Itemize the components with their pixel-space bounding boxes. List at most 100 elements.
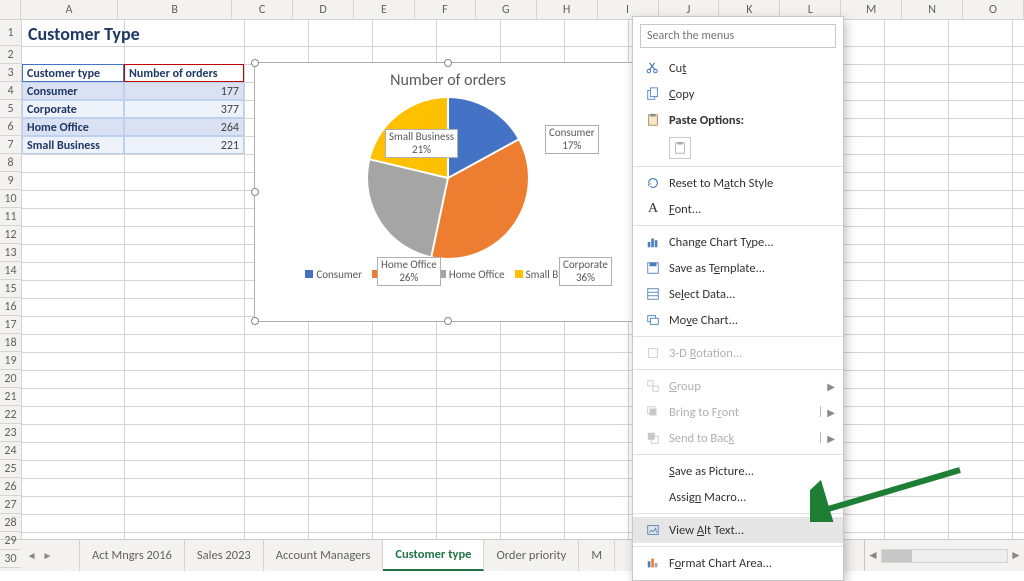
row-header[interactable]: 3 [0, 64, 21, 82]
clipboard-icon [643, 113, 663, 127]
row-header[interactable]: 1 [0, 20, 21, 46]
row-header[interactable]: 11 [0, 208, 21, 226]
row-header[interactable]: 27 [0, 496, 21, 514]
column-header[interactable]: G [476, 0, 537, 19]
table-row[interactable]: Home Office [22, 118, 124, 136]
menu-assign-macro[interactable]: Assign Macro... [633, 484, 843, 510]
menu-separator [633, 225, 843, 226]
row-header[interactable]: 9 [0, 172, 21, 190]
row-header[interactable]: 18 [0, 334, 21, 352]
row-header[interactable]: 6 [0, 118, 21, 136]
row-header[interactable]: 22 [0, 406, 21, 424]
column-header[interactable]: A [21, 0, 118, 19]
resize-handle[interactable] [251, 317, 259, 325]
table-row[interactable]: 377 [124, 100, 244, 118]
resize-handle[interactable] [444, 317, 452, 325]
menu-save-picture[interactable]: Save as Picture... [633, 458, 843, 484]
sheet-tab[interactable]: Act Mngrs 2016 [80, 540, 185, 571]
row-header[interactable]: 30 [0, 550, 21, 568]
scroll-left-icon[interactable]: ◄ [865, 548, 881, 563]
paste-button[interactable] [669, 137, 691, 159]
row-header[interactable]: 20 [0, 370, 21, 388]
row-header[interactable]: 13 [0, 244, 21, 262]
reset-icon [643, 176, 663, 190]
chart-title[interactable]: Number of orders [255, 63, 641, 90]
menu-reset-style[interactable]: Reset to Match Style [633, 170, 843, 196]
menu-separator [633, 166, 843, 167]
row-header[interactable]: 15 [0, 280, 21, 298]
sheet-tab[interactable]: M [579, 540, 615, 571]
menu-paste-options: Paste Options: [633, 107, 843, 133]
scroll-track[interactable] [881, 549, 1008, 563]
sheet-tab[interactable]: Sales 2023 [185, 540, 264, 571]
menu-copy[interactable]: Copy [633, 81, 843, 107]
menu-label: Move Chart... [669, 313, 835, 328]
column-header[interactable]: O [963, 0, 1024, 19]
column-header[interactable]: F [415, 0, 476, 19]
row-header[interactable]: 16 [0, 298, 21, 316]
table-row[interactable]: 177 [124, 82, 244, 100]
row-header[interactable]: 12 [0, 226, 21, 244]
row-header[interactable]: 26 [0, 478, 21, 496]
menu-save-template[interactable]: Save as Template... [633, 255, 843, 281]
menu-change-chart-type[interactable]: Change Chart Type... [633, 229, 843, 255]
menu-move-chart[interactable]: Move Chart... [633, 307, 843, 333]
column-header[interactable]: D [293, 0, 354, 19]
row-header[interactable]: 21 [0, 388, 21, 406]
scroll-thumb[interactable] [882, 550, 912, 562]
chevron-right-icon: ▶ [827, 406, 835, 419]
select-all-corner[interactable] [0, 0, 21, 19]
row-header[interactable]: 29 [0, 532, 21, 550]
row-header[interactable]: 24 [0, 442, 21, 460]
sheet-tab[interactable]: Customer type [383, 540, 484, 571]
row-header[interactable]: 5 [0, 100, 21, 118]
menu-cut[interactable]: Cut [633, 55, 843, 81]
pie-chart[interactable] [368, 98, 528, 258]
row-header[interactable]: 10 [0, 190, 21, 208]
row-header[interactable]: 25 [0, 460, 21, 478]
sheet-tab[interactable]: Account Managers [264, 540, 384, 571]
table-row[interactable]: 264 [124, 118, 244, 136]
table-row[interactable]: Corporate [22, 100, 124, 118]
menu-label: Group [669, 379, 827, 394]
column-header[interactable]: M [841, 0, 902, 19]
horizontal-scrollbar[interactable]: ◄ ► [864, 540, 1024, 571]
table-header-b[interactable]: Number of orders [124, 64, 244, 82]
row-header[interactable]: 17 [0, 316, 21, 334]
menu-bring-front: Bring to Front |▶ [633, 399, 843, 425]
sheet-tab[interactable]: Order priority [484, 540, 579, 571]
scroll-right-icon[interactable]: ► [1008, 548, 1024, 563]
column-header[interactable]: H [537, 0, 598, 19]
row-header[interactable]: 19 [0, 352, 21, 370]
spreadsheet-grid[interactable]: Customer Type Customer type Number of or… [22, 20, 1024, 539]
row-header[interactable]: 28 [0, 514, 21, 532]
table-header-a[interactable]: Customer type [22, 64, 124, 82]
row-header[interactable]: 14 [0, 262, 21, 280]
select-data-icon [643, 287, 663, 301]
column-header[interactable]: E [354, 0, 415, 19]
table-row[interactable]: 221 [124, 136, 244, 154]
split-icon: | [818, 431, 824, 445]
row-header[interactable]: 23 [0, 424, 21, 442]
chart-object[interactable]: Number of orders Consumer17% Corporate36… [254, 62, 642, 322]
menu-font[interactable]: A Font... [633, 196, 843, 222]
menu-format-chart-area[interactable]: Format Chart Area... [633, 550, 843, 576]
row-header[interactable]: 4 [0, 82, 21, 100]
row-header[interactable]: 8 [0, 154, 21, 172]
row-header[interactable]: 2 [0, 46, 21, 64]
resize-handle[interactable] [444, 59, 452, 67]
table-row[interactable]: Consumer [22, 82, 124, 100]
table-row[interactable]: Small Business [22, 136, 124, 154]
menu-search-input[interactable] [640, 24, 836, 48]
row-header[interactable]: 7 [0, 136, 21, 154]
row-headers: 1234567891011121314151617181920212223242… [0, 20, 22, 539]
resize-handle[interactable] [251, 59, 259, 67]
column-header[interactable]: B [118, 0, 232, 19]
title-cell[interactable]: Customer Type [24, 21, 144, 47]
column-header[interactable]: N [902, 0, 963, 19]
column-header[interactable]: C [232, 0, 293, 19]
menu-view-alt-text[interactable]: View Alt Text... [633, 517, 843, 543]
resize-handle[interactable] [251, 188, 259, 196]
sheet-tab-bar: ◄ ► Act Mngrs 2016Sales 2023Account Manag… [0, 539, 1024, 571]
menu-select-data[interactable]: Select Data... [633, 281, 843, 307]
